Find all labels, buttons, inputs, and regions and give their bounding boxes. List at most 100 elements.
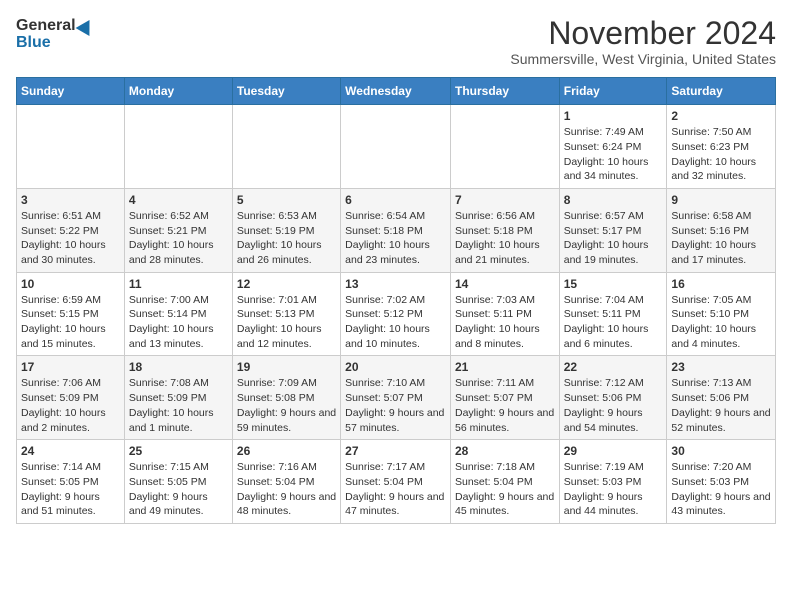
day-number: 1 [564, 109, 663, 123]
day-number: 17 [21, 360, 120, 374]
day-info: Sunrise: 7:18 AM Sunset: 5:04 PM Dayligh… [455, 460, 555, 519]
calendar-cell: 19 Sunrise: 7:09 AM Sunset: 5:08 PM Dayli… [232, 356, 340, 440]
day-info: Sunrise: 7:00 AM Sunset: 5:14 PM Dayligh… [129, 293, 228, 352]
day-info: Sunrise: 6:51 AM Sunset: 5:22 PM Dayligh… [21, 209, 120, 268]
day-number: 27 [345, 444, 446, 458]
calendar-cell [17, 105, 125, 189]
calendar-cell: 10Sunrise: 6:59 AM Sunset: 5:15 PM Dayli… [17, 272, 125, 356]
calendar-cell [341, 105, 451, 189]
day-info: Sunrise: 6:58 AM Sunset: 5:16 PM Dayligh… [671, 209, 771, 268]
day-info: Sunrise: 7:20 AM Sunset: 5:03 PM Dayligh… [671, 460, 771, 519]
weekday-header-sunday: Sunday [17, 78, 125, 105]
day-info: Sunrise: 6:52 AM Sunset: 5:21 PM Dayligh… [129, 209, 228, 268]
day-number: 21 [455, 360, 555, 374]
calendar-cell: 14 Sunrise: 7:03 AM Sunset: 5:11 PM Dayli… [450, 272, 559, 356]
weekday-header-row: SundayMondayTuesdayWednesdayThursdayFrid… [17, 78, 776, 105]
day-number: 22 [564, 360, 663, 374]
day-number: 20 [345, 360, 446, 374]
calendar-cell: 16Sunrise: 7:05 AM Sunset: 5:10 PM Dayli… [667, 272, 776, 356]
calendar-cell: 2Sunrise: 7:50 AM Sunset: 6:23 PM Daylig… [667, 105, 776, 189]
day-number: 8 [564, 193, 663, 207]
calendar-cell: 18 Sunrise: 7:08 AM Sunset: 5:09 PM Dayli… [124, 356, 232, 440]
day-number: 18 [129, 360, 228, 374]
calendar-cell: 15 Sunrise: 7:04 AM Sunset: 5:11 PM Dayli… [559, 272, 667, 356]
day-number: 2 [671, 109, 771, 123]
day-number: 10 [21, 277, 120, 291]
calendar-cell: 4 Sunrise: 6:52 AM Sunset: 5:21 PM Daylig… [124, 188, 232, 272]
calendar-cell: 26Sunrise: 7:16 AM Sunset: 5:04 PM Dayli… [232, 440, 340, 524]
logo: General Blue [16, 16, 94, 52]
day-number: 15 [564, 277, 663, 291]
calendar-cell [124, 105, 232, 189]
calendar-cell: 1 Sunrise: 7:49 AM Sunset: 6:24 PM Daylig… [559, 105, 667, 189]
calendar-body: 1 Sunrise: 7:49 AM Sunset: 6:24 PM Daylig… [17, 105, 776, 524]
calendar-cell: 9 Sunrise: 6:58 AM Sunset: 5:16 PM Daylig… [667, 188, 776, 272]
calendar-week-row: 10Sunrise: 6:59 AM Sunset: 5:15 PM Dayli… [17, 272, 776, 356]
day-number: 13 [345, 277, 446, 291]
calendar-cell: 28Sunrise: 7:18 AM Sunset: 5:04 PM Dayli… [450, 440, 559, 524]
day-number: 4 [129, 193, 228, 207]
calendar-week-row: 1 Sunrise: 7:49 AM Sunset: 6:24 PM Daylig… [17, 105, 776, 189]
day-number: 29 [564, 444, 663, 458]
day-number: 14 [455, 277, 555, 291]
day-info: Sunrise: 7:08 AM Sunset: 5:09 PM Dayligh… [129, 376, 228, 435]
calendar-cell: 24Sunrise: 7:14 AM Sunset: 5:05 PM Dayli… [17, 440, 125, 524]
weekday-header-saturday: Saturday [667, 78, 776, 105]
day-info: Sunrise: 7:19 AM Sunset: 5:03 PM Dayligh… [564, 460, 663, 519]
calendar-cell: 11Sunrise: 7:00 AM Sunset: 5:14 PM Dayli… [124, 272, 232, 356]
day-number: 23 [671, 360, 771, 374]
day-number: 5 [237, 193, 336, 207]
calendar-table: SundayMondayTuesdayWednesdayThursdayFrid… [16, 77, 776, 524]
calendar-cell: 25Sunrise: 7:15 AM Sunset: 5:05 PM Dayli… [124, 440, 232, 524]
day-info: Sunrise: 7:49 AM Sunset: 6:24 PM Dayligh… [564, 125, 663, 184]
day-info: Sunrise: 7:13 AM Sunset: 5:06 PM Dayligh… [671, 376, 771, 435]
day-info: Sunrise: 7:10 AM Sunset: 5:07 PM Dayligh… [345, 376, 446, 435]
calendar-cell: 6Sunrise: 6:54 AM Sunset: 5:18 PM Daylig… [341, 188, 451, 272]
calendar-cell [450, 105, 559, 189]
day-number: 3 [21, 193, 120, 207]
day-info: Sunrise: 7:14 AM Sunset: 5:05 PM Dayligh… [21, 460, 120, 519]
day-number: 7 [455, 193, 555, 207]
calendar-cell [232, 105, 340, 189]
calendar-cell: 3 Sunrise: 6:51 AM Sunset: 5:22 PM Daylig… [17, 188, 125, 272]
calendar-subtitle: Summersville, West Virginia, United Stat… [510, 51, 776, 67]
calendar-week-row: 3 Sunrise: 6:51 AM Sunset: 5:22 PM Daylig… [17, 188, 776, 272]
day-info: Sunrise: 6:53 AM Sunset: 5:19 PM Dayligh… [237, 209, 336, 268]
day-info: Sunrise: 7:17 AM Sunset: 5:04 PM Dayligh… [345, 460, 446, 519]
calendar-week-row: 24Sunrise: 7:14 AM Sunset: 5:05 PM Dayli… [17, 440, 776, 524]
weekday-header-wednesday: Wednesday [341, 78, 451, 105]
calendar-week-row: 17 Sunrise: 7:06 AM Sunset: 5:09 PM Dayli… [17, 356, 776, 440]
calendar-cell: 27 Sunrise: 7:17 AM Sunset: 5:04 PM Dayli… [341, 440, 451, 524]
weekday-header-tuesday: Tuesday [232, 78, 340, 105]
day-info: Sunrise: 7:11 AM Sunset: 5:07 PM Dayligh… [455, 376, 555, 435]
page-header: General Blue November 2024 Summersville,… [16, 16, 776, 67]
weekday-header-thursday: Thursday [450, 78, 559, 105]
day-info: Sunrise: 7:06 AM Sunset: 5:09 PM Dayligh… [21, 376, 120, 435]
day-info: Sunrise: 7:05 AM Sunset: 5:10 PM Dayligh… [671, 293, 771, 352]
calendar-cell: 30 Sunrise: 7:20 AM Sunset: 5:03 PM Dayli… [667, 440, 776, 524]
calendar-title: November 2024 [510, 16, 776, 51]
logo-triangle-icon [75, 16, 96, 36]
logo-blue-text: Blue [16, 33, 51, 52]
calendar-cell: 17 Sunrise: 7:06 AM Sunset: 5:09 PM Dayli… [17, 356, 125, 440]
day-number: 26 [237, 444, 336, 458]
weekday-header-friday: Friday [559, 78, 667, 105]
day-number: 30 [671, 444, 771, 458]
day-info: Sunrise: 7:09 AM Sunset: 5:08 PM Dayligh… [237, 376, 336, 435]
day-info: Sunrise: 6:54 AM Sunset: 5:18 PM Dayligh… [345, 209, 446, 268]
weekday-header-monday: Monday [124, 78, 232, 105]
day-number: 19 [237, 360, 336, 374]
calendar-cell: 29 Sunrise: 7:19 AM Sunset: 5:03 PM Dayli… [559, 440, 667, 524]
title-block: November 2024 Summersville, West Virgini… [510, 16, 776, 67]
day-info: Sunrise: 7:12 AM Sunset: 5:06 PM Dayligh… [564, 376, 663, 435]
day-info: Sunrise: 7:15 AM Sunset: 5:05 PM Dayligh… [129, 460, 228, 519]
calendar-cell: 7Sunrise: 6:56 AM Sunset: 5:18 PM Daylig… [450, 188, 559, 272]
day-info: Sunrise: 7:03 AM Sunset: 5:11 PM Dayligh… [455, 293, 555, 352]
day-info: Sunrise: 7:04 AM Sunset: 5:11 PM Dayligh… [564, 293, 663, 352]
calendar-header: SundayMondayTuesdayWednesdayThursdayFrid… [17, 78, 776, 105]
day-info: Sunrise: 6:57 AM Sunset: 5:17 PM Dayligh… [564, 209, 663, 268]
calendar-cell: 12Sunrise: 7:01 AM Sunset: 5:13 PM Dayli… [232, 272, 340, 356]
calendar-cell: 13Sunrise: 7:02 AM Sunset: 5:12 PM Dayli… [341, 272, 451, 356]
day-number: 12 [237, 277, 336, 291]
day-number: 9 [671, 193, 771, 207]
